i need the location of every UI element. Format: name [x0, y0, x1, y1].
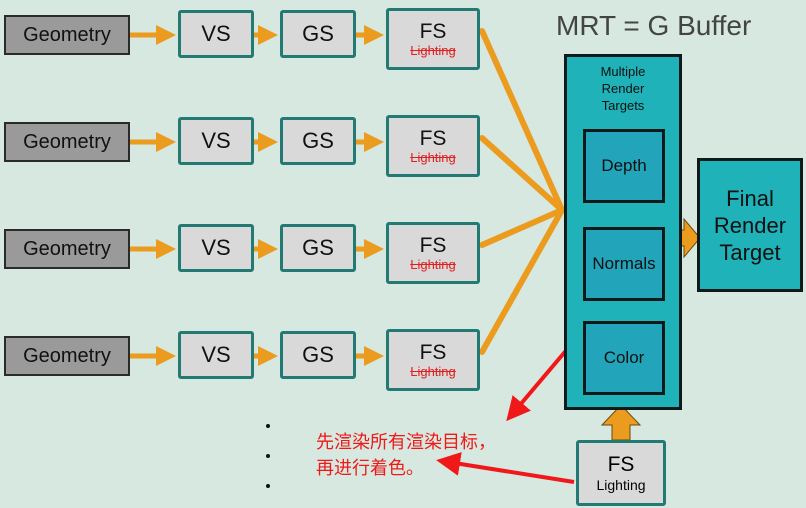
geometry-box: Geometry [4, 336, 130, 376]
vs-stage-box: VS [178, 331, 254, 379]
lighting-fs-label: FS [607, 453, 635, 476]
fan-in-line [479, 135, 565, 213]
fs-label: FS [419, 340, 447, 364]
annotation-line: 再进行着色。 [316, 458, 424, 479]
fs-lighting-struck: Lighting [410, 42, 456, 58]
fs-label: FS [419, 19, 447, 43]
vs-stage-box: VS [178, 224, 254, 272]
fs-lighting-struck: Lighting [410, 363, 456, 379]
render-target-depth: Depth [583, 129, 665, 203]
mrt-container: Multiple Render Targets Depth Normals Co… [564, 54, 682, 410]
lighting-fs-box: FS Lighting [576, 440, 666, 506]
fs-stage-box: FS Lighting [386, 329, 480, 391]
annotation-text: 先渲染所有渲染目标， 再进行着色。 [316, 430, 496, 482]
gs-stage-box: GS [280, 224, 356, 272]
arrow-up-lighting [600, 404, 642, 441]
geometry-box: Geometry [4, 15, 130, 55]
vs-stage-box: VS [178, 117, 254, 165]
geometry-box: Geometry [4, 122, 130, 162]
final-line: Render [713, 212, 787, 238]
annotation-line: 先渲染所有渲染目标， [316, 432, 496, 453]
final-line: Target [719, 239, 781, 265]
fs-stage-box: FS Lighting [386, 115, 480, 177]
render-target-normals: Normals [583, 227, 665, 301]
gs-stage-box: GS [280, 117, 356, 165]
mrt-title-line: Multiple [600, 64, 646, 79]
diagram-heading: MRT = G Buffer [556, 10, 752, 41]
ellipsis-dot [266, 424, 270, 428]
mrt-title: Multiple Render Targets [567, 63, 679, 114]
fs-lighting-struck: Lighting [410, 256, 456, 272]
fs-label: FS [419, 126, 447, 150]
render-target-color: Color [583, 321, 665, 395]
vs-stage-box: VS [178, 10, 254, 58]
mrt-title-line: Render [601, 81, 645, 96]
gs-stage-box: GS [280, 331, 356, 379]
fs-stage-box: FS Lighting [386, 222, 480, 284]
mrt-title-line: Targets [601, 98, 645, 113]
gs-stage-box: GS [280, 10, 356, 58]
lighting-fs-sub: Lighting [596, 477, 646, 493]
fs-lighting-struck: Lighting [410, 149, 456, 165]
geometry-box: Geometry [4, 229, 130, 269]
final-line: Final [726, 185, 774, 211]
ellipsis-dot [266, 484, 270, 488]
fan-in-line [479, 28, 565, 213]
ellipsis-dot [266, 454, 270, 458]
final-render-target: Final Render Target [697, 158, 803, 292]
fs-label: FS [419, 233, 447, 257]
fan-in-line [479, 207, 565, 355]
fs-stage-box: FS Lighting [386, 8, 480, 70]
